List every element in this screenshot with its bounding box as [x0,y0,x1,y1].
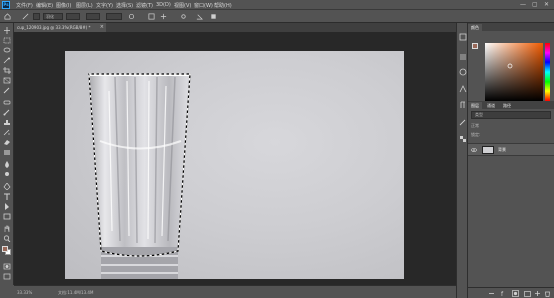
quick-mask-icon[interactable] [3,263,11,270]
paragraph-panel-icon[interactable] [459,101,467,109]
brushes-panel-icon[interactable] [459,118,467,126]
tab-paths[interactable]: 路径 [500,102,514,109]
hand-tool-icon[interactable] [3,225,11,232]
document-tab-bar: cup_120903.jpg @ 33.3%(RGB/8#) * × [14,23,456,32]
layers-panel-header: 图层 通道 路径 [468,101,554,109]
menu-select[interactable]: 选择(S) [116,2,133,9]
pen-tool-icon[interactable] [3,183,11,190]
layer-name[interactable]: 背景 [498,147,506,153]
clone-stamp-tool-icon[interactable] [3,119,11,126]
layer-style-icon[interactable]: f [500,290,507,297]
layers-footer: f [468,287,554,298]
document-tab-title: cup_120903.jpg @ 33.3%(RGB/8#) * [17,25,91,30]
svg-text:f: f [501,291,504,297]
zoom-tool-icon[interactable] [3,235,11,242]
glass-cup-image [88,73,191,279]
history-brush-tool-icon[interactable] [3,129,11,136]
tab-color[interactable]: 颜色 [468,24,482,31]
eyedropper-tool-icon[interactable] [3,87,11,94]
menu-type[interactable]: 文字(Y) [96,2,113,9]
tab-channels[interactable]: 通道 [484,102,498,109]
close-tab-icon[interactable]: × [100,23,104,32]
adjustments-panel-icon[interactable] [459,68,467,76]
character-panel-icon[interactable] [459,85,467,93]
menu-help[interactable]: 帮助(H) [214,2,232,9]
dodge-tool-icon[interactable] [3,171,11,178]
tab-layers[interactable]: 图层 [468,102,482,109]
menu-layer[interactable]: 图层(L) [76,2,93,9]
menu-bar: Ps 文件(F) 编辑(E) 图像(I) 图层(L) 文字(Y) 选择(S) 滤… [0,0,554,10]
home-icon[interactable] [4,13,11,20]
layers-filter-field[interactable]: 类型 [471,111,551,119]
angle-icon[interactable] [196,13,203,20]
shape-tool-icon[interactable] [3,213,11,220]
link-layers-icon[interactable] [488,290,495,297]
feather-field[interactable]: 羽化 [43,13,63,20]
menu-file[interactable]: 文件(F) [16,2,33,9]
frame-tool-icon[interactable] [3,77,11,84]
menu-view[interactable]: 视图(V) [174,2,191,9]
foreground-color-swatch[interactable] [2,246,8,252]
field-b[interactable] [106,13,122,20]
delete-layer-icon[interactable] [544,290,551,297]
menu-edit[interactable]: 编辑(E) [36,2,53,9]
minimize-button[interactable]: — [520,1,526,8]
panel-icon-strip [456,23,468,298]
status-bar: 33.33% 文档:11.4M/13.4M [14,285,456,298]
gradient-tool-icon[interactable] [3,149,11,156]
eraser-tool-icon[interactable] [3,139,11,146]
maximize-button[interactable]: ▢ [532,1,538,8]
path-select-tool-icon[interactable] [3,203,11,210]
color-panel-foreground-swatch[interactable] [472,43,478,49]
brush-size-picker[interactable] [33,13,40,20]
field-a[interactable] [86,13,100,20]
document-tab[interactable]: cup_120903.jpg @ 33.3%(RGB/8#) * × [14,23,106,32]
healing-brush-tool-icon[interactable] [3,99,11,106]
settings-gear-icon[interactable] [180,13,187,20]
airbrush-icon[interactable] [128,13,135,20]
menu-image[interactable]: 图像(I) [56,2,71,9]
menu-3d[interactable]: 3D(D) [156,2,171,8]
options-bar: 羽化 [0,10,554,23]
properties-panel-icon[interactable] [459,53,467,61]
tools-panel [0,23,14,285]
new-layer-icon[interactable] [534,290,541,297]
crop-tool-icon[interactable] [3,67,11,74]
extra-icon[interactable] [210,13,217,20]
hue-slider[interactable] [545,43,550,101]
blur-tool-icon[interactable] [3,161,11,168]
move-tool-icon[interactable] [3,27,11,34]
document-canvas[interactable] [65,51,404,279]
pressure-icon[interactable] [148,13,155,20]
close-button[interactable]: ✕ [544,1,549,8]
add-mask-icon[interactable] [512,290,519,297]
zoom-level[interactable]: 33.33% [17,290,32,295]
layer-thumbnail [482,146,494,154]
mode-field[interactable] [66,13,80,20]
layer-row[interactable]: 背景 [468,143,554,156]
visibility-eye-icon[interactable] [471,147,477,153]
quick-select-tool-icon[interactable] [3,57,11,64]
new-group-icon[interactable] [524,290,531,297]
marquee-tool-icon[interactable] [3,37,11,44]
lasso-tool-icon[interactable] [3,47,11,54]
color-picker-field[interactable] [485,43,543,101]
right-panels: 颜色 图层 通道 路径 类型 正常 锁定: 背景 f [468,23,554,298]
history-panel-icon[interactable] [459,33,467,41]
photoshop-logo: Ps [2,1,10,9]
menu-filter[interactable]: 滤镜(T) [136,2,153,9]
screen-mode-icon[interactable] [3,273,11,280]
type-tool-icon[interactable] [3,193,11,200]
symmetry-icon[interactable] [160,13,167,20]
color-panel-header: 颜色 [468,23,554,31]
color-picker-cursor [507,63,513,69]
blend-mode-select[interactable]: 正常 [471,122,551,129]
menu-window[interactable]: 窗口(W) [194,2,213,9]
lock-controls[interactable]: 锁定: [471,131,551,138]
swatches-panel-icon[interactable] [459,135,467,143]
workspace [14,32,456,285]
document-info[interactable]: 文档:11.4M/13.4M [58,290,93,296]
brush-tool-icon[interactable] [22,13,29,20]
brush-tool-icon-left[interactable] [3,109,11,116]
